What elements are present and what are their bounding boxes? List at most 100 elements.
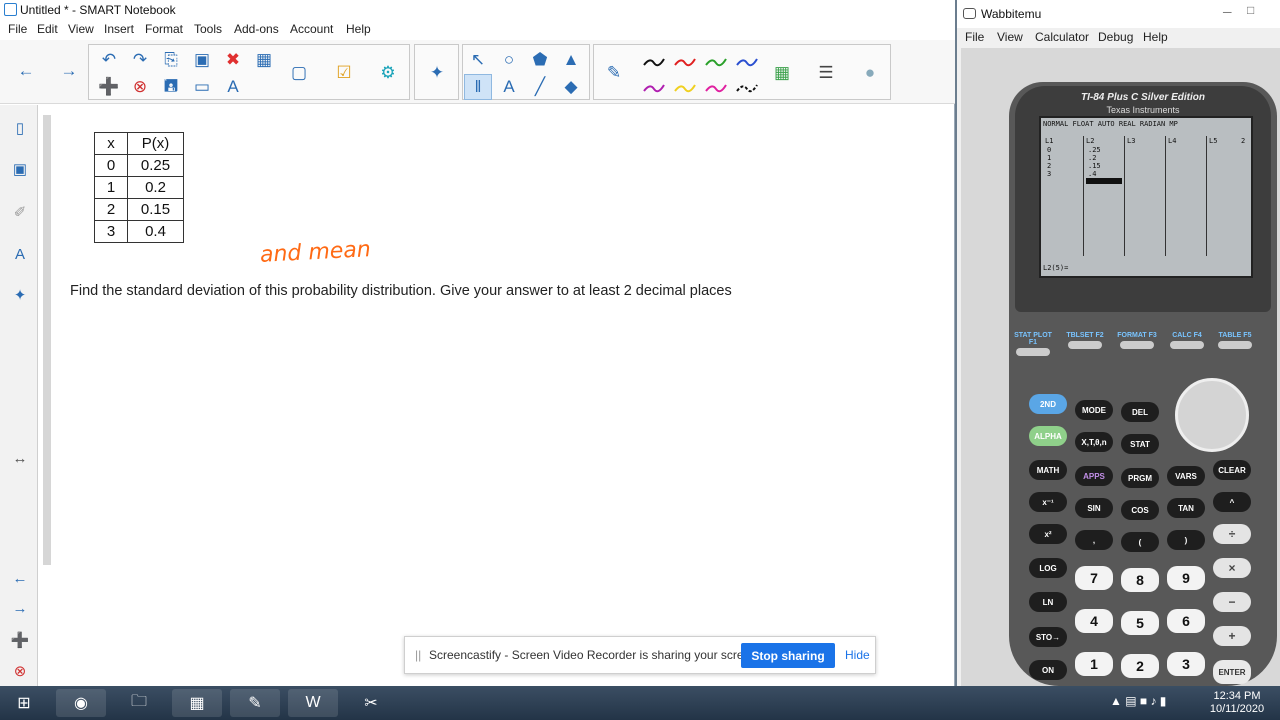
page-scrollbar[interactable] bbox=[40, 105, 54, 686]
key-mode[interactable]: MODE bbox=[1075, 400, 1113, 420]
delete-icon[interactable]: ✖ bbox=[219, 47, 247, 73]
chrome-icon[interactable]: ◉ bbox=[56, 689, 106, 717]
key-prgm[interactable]: PRGM bbox=[1121, 468, 1159, 488]
scrollbar-thumb[interactable] bbox=[43, 115, 51, 565]
side-next-page-icon[interactable]: → bbox=[9, 597, 31, 619]
screen-shade-icon[interactable]: ▭ bbox=[188, 74, 216, 100]
add-page-icon[interactable]: ➕ bbox=[95, 74, 123, 100]
properties-icon[interactable]: A bbox=[9, 243, 31, 265]
key-clear[interactable]: CLEAR bbox=[1213, 460, 1251, 480]
pen-purple-icon[interactable] bbox=[642, 81, 666, 95]
delete-page-icon[interactable]: ⊗ bbox=[126, 74, 154, 100]
menu-insert[interactable]: Insert bbox=[104, 22, 134, 36]
key-7[interactable]: 7 bbox=[1075, 566, 1113, 590]
menu-edit[interactable]: Edit bbox=[37, 22, 58, 36]
redo-icon[interactable]: ↷ bbox=[126, 47, 154, 73]
key-9[interactable]: 9 bbox=[1167, 566, 1205, 590]
key-graph[interactable]: TABLE F5 bbox=[1215, 332, 1255, 349]
minimize-icon[interactable]: ─ bbox=[1223, 5, 1232, 19]
word-icon[interactable]: W bbox=[288, 689, 338, 717]
key-8[interactable]: 8 bbox=[1121, 568, 1159, 592]
start-button-icon[interactable]: ⊞ bbox=[2, 689, 46, 717]
table-icon[interactable]: ▦ bbox=[250, 47, 278, 73]
previous-page-icon[interactable]: ← bbox=[12, 58, 40, 84]
side-delete-page-icon[interactable]: ⊗ bbox=[9, 660, 31, 682]
key-zoom[interactable]: FORMAT F3 bbox=[1117, 332, 1157, 349]
addons-panel-icon[interactable]: ✦ bbox=[9, 284, 31, 306]
key-cos[interactable]: COS bbox=[1121, 500, 1159, 520]
key-right-paren[interactable]: ) bbox=[1167, 530, 1205, 550]
key-alpha[interactable]: ALPHA bbox=[1029, 426, 1067, 446]
pen-magenta-icon[interactable] bbox=[704, 81, 728, 95]
menu-format[interactable]: Format bbox=[145, 22, 183, 36]
wb-menu-calculator[interactable]: Calculator bbox=[1035, 30, 1089, 44]
arrow-keypad[interactable] bbox=[1175, 378, 1249, 452]
wb-menu-view[interactable]: View bbox=[997, 30, 1023, 44]
gallery-icon[interactable]: ▣ bbox=[9, 158, 31, 180]
key-log[interactable]: LOG bbox=[1029, 558, 1067, 578]
key-stat[interactable]: STAT bbox=[1121, 434, 1159, 454]
stop-sharing-button[interactable]: Stop sharing bbox=[741, 643, 835, 668]
key-apps[interactable]: APPS bbox=[1075, 466, 1113, 486]
hide-button[interactable]: Hide bbox=[845, 648, 870, 662]
key-1[interactable]: 1 bbox=[1075, 652, 1113, 676]
file-explorer-icon[interactable]: 🗀 bbox=[114, 689, 164, 717]
key-math[interactable]: MATH bbox=[1029, 460, 1067, 480]
snipping-tool-icon[interactable]: ✂ bbox=[346, 689, 396, 717]
key-left-paren[interactable]: ( bbox=[1121, 532, 1159, 552]
addon-puzzle-icon[interactable]: ✦ bbox=[423, 60, 451, 86]
paste-icon[interactable]: ⎘ bbox=[157, 47, 185, 73]
key-2nd[interactable]: 2ND bbox=[1029, 394, 1067, 414]
key-y-equals[interactable]: STAT PLOT F1 bbox=[1013, 332, 1053, 356]
fill-effects-icon[interactable]: ● bbox=[856, 60, 884, 86]
wb-menu-file[interactable]: File bbox=[965, 30, 984, 44]
text-recognition-icon[interactable]: A bbox=[219, 74, 247, 100]
key-caret[interactable]: ^ bbox=[1213, 492, 1251, 512]
wb-menu-debug[interactable]: Debug bbox=[1098, 30, 1133, 44]
key-sin[interactable]: SIN bbox=[1075, 498, 1113, 518]
eraser-icon[interactable]: ◆ bbox=[557, 74, 585, 100]
smart-notebook-task-icon[interactable]: ✎ bbox=[230, 689, 280, 717]
handwritten-annotation[interactable]: and mean bbox=[259, 237, 371, 268]
save-icon[interactable]: 🖪 bbox=[157, 74, 185, 100]
key-divide[interactable]: ÷ bbox=[1213, 524, 1251, 544]
wabbitemu-task-icon[interactable]: ▦ bbox=[172, 689, 222, 717]
fill-icon[interactable]: ▲ bbox=[557, 47, 585, 73]
key-window[interactable]: TBLSET F2 bbox=[1065, 332, 1105, 349]
move-sidebar-icon[interactable]: ↔ bbox=[9, 447, 31, 469]
menu-view[interactable]: View bbox=[68, 22, 94, 36]
page-sorter-icon[interactable]: ▯ bbox=[9, 117, 31, 139]
key-comma[interactable]: , bbox=[1075, 530, 1113, 550]
response-icon[interactable]: ☑ bbox=[330, 60, 358, 86]
menu-account[interactable]: Account bbox=[290, 22, 333, 36]
shapes-icon[interactable]: ⬟ bbox=[526, 47, 554, 73]
wb-menu-help[interactable]: Help bbox=[1143, 30, 1168, 44]
key-vars[interactable]: VARS bbox=[1167, 466, 1205, 486]
pen-tool-icon[interactable]: ‖ bbox=[464, 74, 492, 100]
pen-yellow-icon[interactable] bbox=[673, 81, 697, 95]
next-page-icon[interactable]: → bbox=[55, 58, 83, 84]
pen-icon[interactable]: ✎ bbox=[600, 60, 628, 86]
key-multiply[interactable]: × bbox=[1213, 558, 1251, 578]
key-on[interactable]: ON bbox=[1029, 660, 1067, 680]
key-enter[interactable]: ENTER bbox=[1213, 660, 1251, 684]
key-del[interactable]: DEL bbox=[1121, 402, 1159, 422]
pen-green-icon[interactable] bbox=[704, 55, 728, 69]
drag-handle-icon[interactable]: || bbox=[415, 648, 421, 662]
magic-pen-icon[interactable]: ○ bbox=[495, 47, 523, 73]
pen-black-icon[interactable] bbox=[642, 55, 666, 69]
key-xt[interactable]: X,T,θ,n bbox=[1075, 432, 1113, 452]
undo-icon[interactable]: ↶ bbox=[95, 47, 123, 73]
clock[interactable]: 12:34 PM 10/11/2020 bbox=[1198, 690, 1276, 716]
menu-addons[interactable]: Add-ons bbox=[234, 22, 279, 36]
key-add[interactable]: + bbox=[1213, 626, 1251, 646]
select-icon[interactable]: ↖ bbox=[464, 47, 492, 73]
key-tan[interactable]: TAN bbox=[1167, 498, 1205, 518]
key-3[interactable]: 3 bbox=[1167, 652, 1205, 676]
key-6[interactable]: 6 bbox=[1167, 609, 1205, 633]
lab-activity-icon[interactable]: ⚙ bbox=[374, 60, 402, 86]
key-trace[interactable]: CALC F4 bbox=[1167, 332, 1207, 349]
color-palette-icon[interactable]: ▦ bbox=[768, 60, 796, 86]
key-square[interactable]: x² bbox=[1029, 524, 1067, 544]
side-previous-page-icon[interactable]: ← bbox=[9, 567, 31, 589]
